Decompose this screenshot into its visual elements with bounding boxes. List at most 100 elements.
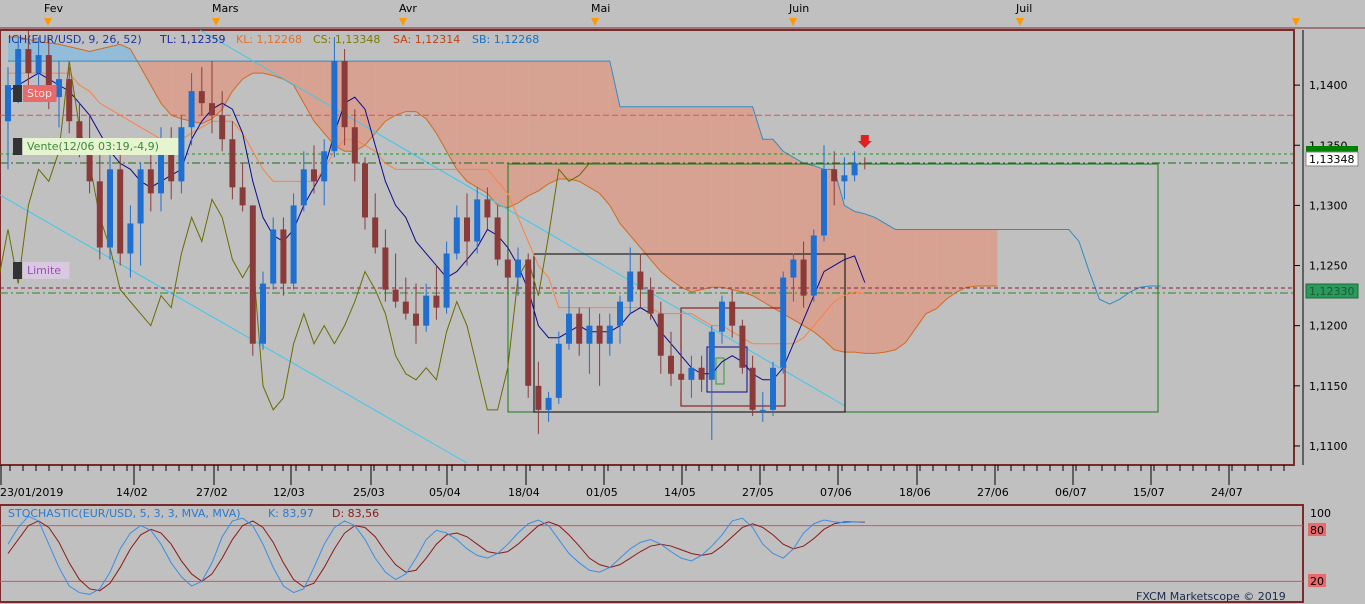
- candle-body: [759, 409, 766, 411]
- candle-body: [433, 295, 440, 308]
- cloud-segment: [579, 61, 590, 188]
- candle-body: [800, 259, 807, 296]
- stoch-axis-label: 80: [1310, 524, 1324, 537]
- cloud-segment: [722, 106, 733, 290]
- limit-order-label-text: Limite: [27, 264, 61, 277]
- candle-body: [178, 127, 185, 182]
- date-tick-label: 24/07: [1211, 486, 1243, 499]
- candle-body: [341, 61, 348, 128]
- cloud-segment: [895, 229, 906, 350]
- date-tick-label: 14/05: [664, 486, 696, 499]
- cloud-segment: [875, 217, 886, 354]
- cloud-segment: [956, 229, 967, 293]
- candle-body: [525, 259, 532, 386]
- candle-body: [790, 259, 797, 278]
- candle-body: [5, 85, 11, 122]
- date-tick-label: 12/03: [273, 486, 305, 499]
- current-price-label: 1,13348: [1309, 153, 1355, 166]
- cloud-segment: [762, 139, 773, 308]
- date-tick-label: 18/04: [508, 486, 540, 499]
- candle-body: [821, 169, 827, 236]
- stoch-axis-label: 20: [1310, 575, 1324, 588]
- cloud-segment: [926, 229, 937, 314]
- sell-order-label-handle: [13, 138, 22, 155]
- legend-entry: TL: 1,12359: [159, 33, 226, 46]
- stoch-k-value: K: 83,97: [268, 507, 314, 520]
- candle-body: [25, 49, 32, 74]
- cloud-segment: [732, 106, 743, 293]
- cloud-segment: [966, 229, 977, 288]
- date-tick-label: 27/05: [742, 486, 774, 499]
- date-axis: 23/01/2019 14/02 27/02 12/03 25/03 05/04 18/04…: [0, 465, 1285, 499]
- candle-body: [739, 325, 746, 368]
- month-marker-icon: [591, 18, 599, 26]
- candle-body: [586, 325, 593, 344]
- price-tick-label: 1,1100: [1309, 440, 1348, 453]
- sell-order-label-text: Vente(12/06 03:19,-4,9): [27, 140, 159, 153]
- candle-body: [668, 355, 674, 374]
- candle-body: [780, 277, 787, 368]
- legend-entry: SB: 1,12268: [472, 33, 539, 46]
- candle-body: [168, 151, 175, 182]
- legend-entry: KL: 1,12268: [236, 33, 302, 46]
- cloud-segment: [620, 106, 631, 236]
- candle-body: [198, 91, 205, 104]
- indicator-legend: ICH(EUR/USD, 9, 26, 52) TL: 1,12359 KL: 1,…: [8, 33, 539, 46]
- legend-entry: CS: 1,13348: [313, 33, 380, 46]
- date-tick-label: 25/03: [353, 486, 385, 499]
- candle-body: [331, 61, 338, 152]
- cloud-segment: [915, 229, 926, 329]
- cloud-segment: [171, 61, 182, 119]
- legend-entry: SA: 1,12314: [393, 33, 460, 46]
- date-tick-label: 27/02: [196, 486, 228, 499]
- cloud-segment: [711, 106, 722, 288]
- candle-body: [107, 169, 113, 248]
- candle-body: [494, 217, 501, 260]
- cloud-segment: [477, 61, 488, 194]
- legend-entry: ICH(EUR/USD, 9, 26, 52): [8, 33, 142, 46]
- candle-body: [15, 49, 22, 86]
- price-tick-label: 1,1300: [1309, 199, 1348, 212]
- candle-body: [117, 169, 124, 254]
- cloud-segment: [691, 106, 702, 293]
- cloud-segment: [385, 61, 396, 122]
- candle-body: [545, 397, 552, 410]
- stoch-label: STOCHASTIC(EUR/USD, 5, 3, 3, MVA, MVA): [8, 507, 241, 520]
- candle-body: [555, 343, 562, 398]
- candle-body: [362, 163, 368, 218]
- candle-body: [392, 289, 399, 302]
- cloud-segment: [936, 229, 947, 309]
- candle-body: [810, 235, 817, 296]
- candle-body: [698, 367, 705, 380]
- cloud-segment: [640, 106, 651, 260]
- candle-body: [688, 367, 695, 380]
- candle-body: [606, 325, 613, 344]
- month-label: Fev: [44, 2, 63, 15]
- stoch-d-value: D: 83,56: [332, 507, 379, 520]
- month-marker-icon: [399, 18, 407, 26]
- limit-order-label-handle: [13, 262, 22, 279]
- cloud-segment: [467, 61, 478, 188]
- cloud-segment: [497, 61, 508, 208]
- cloud-segment: [507, 61, 518, 208]
- cloud-segment: [977, 229, 988, 286]
- cloud-segment: [681, 106, 692, 293]
- date-tick-label: 18/06: [899, 486, 931, 499]
- candle-body: [372, 217, 379, 248]
- cloud-segment: [518, 61, 529, 203]
- month-marker-icon: [44, 18, 52, 26]
- price-tick-label: 1,1400: [1309, 79, 1348, 92]
- candle-body: [66, 79, 73, 122]
- cloud-segment: [395, 61, 406, 116]
- date-tick-label: 23/01/2019: [0, 486, 63, 499]
- chart-canvas: Fev Mars Avr Mai Juin Juil 1,14001,13501,1300…: [0, 2, 1365, 603]
- candle-body: [443, 253, 450, 308]
- month-label: Avr: [399, 2, 417, 15]
- cloud-segment: [599, 61, 610, 206]
- candle-body: [188, 91, 195, 128]
- cloud-segment: [742, 106, 753, 296]
- candle-body: [260, 283, 266, 344]
- candle-body: [637, 271, 644, 290]
- month-strip: Fev Mars Avr Mai Juin Juil: [0, 2, 1365, 29]
- cloud-segment: [589, 61, 600, 194]
